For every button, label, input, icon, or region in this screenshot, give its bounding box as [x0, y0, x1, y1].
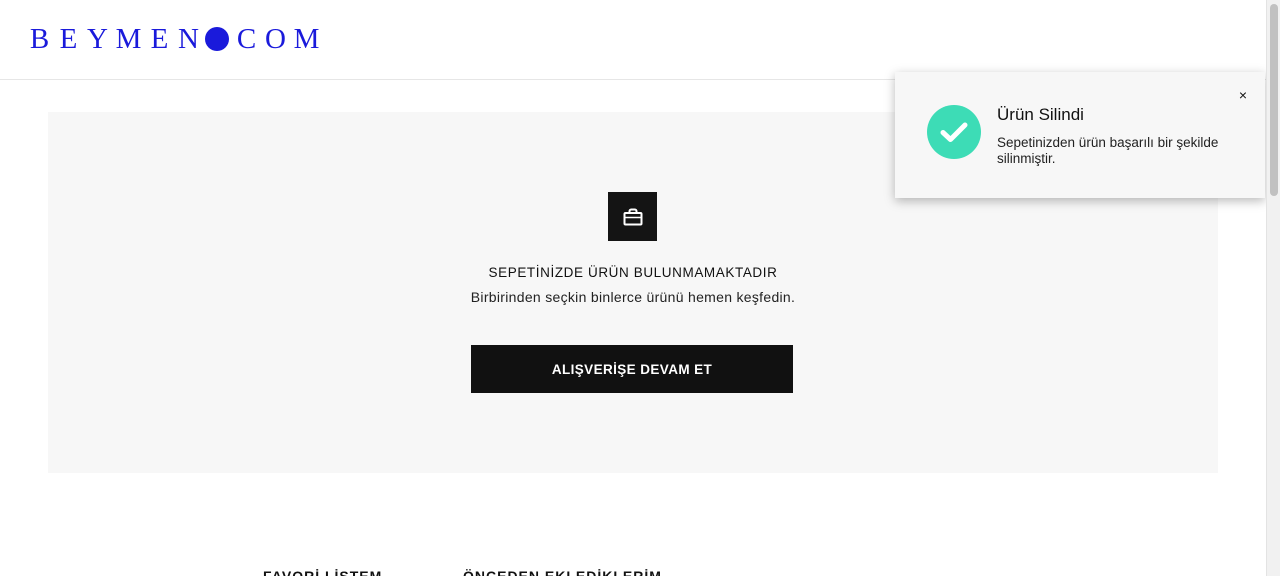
shopping-bag-icon	[608, 192, 657, 241]
toast-title: Ürün Silindi	[997, 105, 1084, 124]
page-scrollbar[interactable]	[1266, 0, 1280, 576]
logo-letter: E	[59, 23, 78, 55]
tab-favorites[interactable]: FAVORİ LİSTEM	[263, 568, 382, 576]
continue-shopping-button[interactable]: ALIŞVERİŞE DEVAM ET	[471, 345, 793, 393]
close-icon[interactable]: ×	[1235, 86, 1251, 104]
logo-letter: M	[293, 23, 320, 55]
beymen-logo[interactable]: BEYMEN COM	[25, 22, 323, 56]
shopping-bag-icon-glyph	[623, 208, 642, 225]
logo-text-right: COM	[232, 22, 323, 56]
toast-message: Sepetinizden ürün başarılı bir şekilde s…	[997, 135, 1219, 166]
empty-cart-title: SEPETİNİZDE ÜRÜN BULUNMAMAKTADIR	[488, 265, 778, 280]
logo-letter: N	[178, 23, 199, 55]
product-removed-toast: Ürün Silindi Sepetinizden ürün başarılı …	[895, 72, 1265, 198]
scrollbar-thumb[interactable]	[1270, 4, 1278, 196]
check-circle-icon	[927, 105, 981, 159]
logo-letter: C	[236, 23, 257, 55]
logo-letter: M	[115, 23, 142, 55]
logo-letter: Y	[87, 23, 108, 55]
cart-bottom-tabs: FAVORİ LİSTEM ÖNCEDEN EKLEDİKLERİM	[0, 568, 1266, 576]
site-header: BEYMEN COM	[0, 0, 1266, 80]
checkmark-icon	[940, 122, 968, 142]
logo-letter: B	[29, 23, 50, 55]
logo-letter: O	[265, 23, 286, 55]
logo-text-left: BEYMEN	[25, 22, 203, 56]
logo-dot	[205, 27, 229, 51]
empty-cart-subtitle: Birbirinden seçkin binlerce ürünü hemen …	[470, 289, 796, 305]
tab-previously-added[interactable]: ÖNCEDEN EKLEDİKLERİM	[463, 568, 662, 576]
logo-letter: E	[150, 23, 169, 55]
